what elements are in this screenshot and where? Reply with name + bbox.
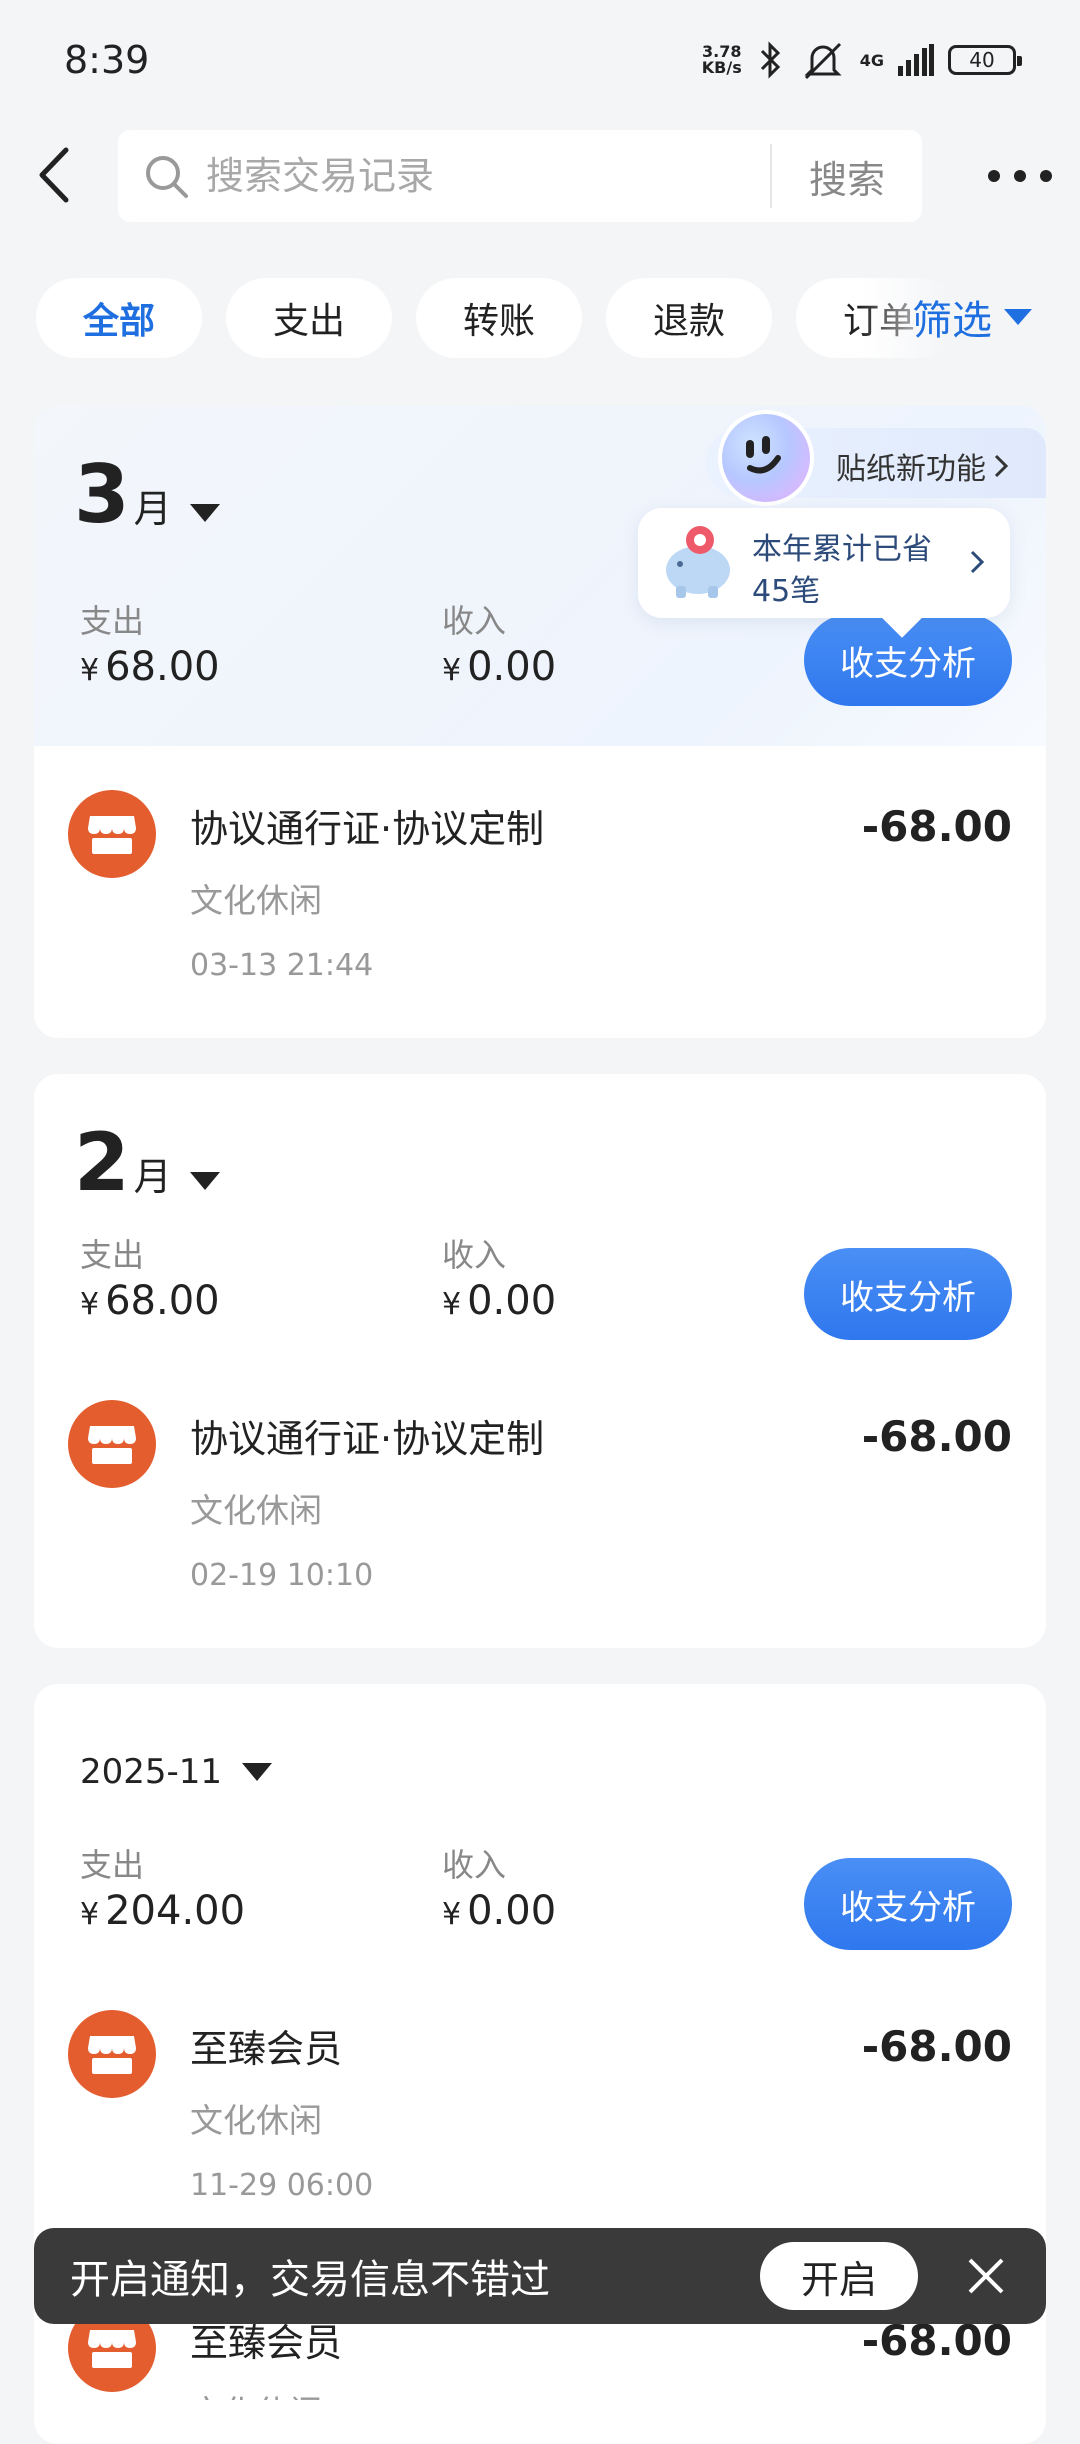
expense-amount: ¥204.00: [80, 1888, 246, 1934]
chevron-right-icon: [994, 454, 1009, 478]
expense-label: 支出: [80, 1236, 145, 1274]
transaction-amount: -68.00: [861, 2022, 1012, 2071]
filter-button[interactable]: 筛选: [912, 288, 1032, 346]
notification-toast: 开启通知，交易信息不错过 开启: [34, 2228, 1046, 2324]
transaction-row[interactable]: [34, 760, 1046, 1000]
month-selector[interactable]: 2025-11: [80, 1752, 273, 1792]
month-selector[interactable]: 3 月: [74, 448, 220, 541]
toast-message: 开启通知，交易信息不错过: [70, 2257, 550, 2303]
status-icons: 3.78 KB/s 4G 40: [701, 40, 1022, 80]
income-label: 收入: [442, 1236, 507, 1274]
chevron-down-icon: [189, 504, 220, 522]
sticker-avatar[interactable]: [718, 410, 814, 506]
transaction-time: 11-29 06:00: [190, 2168, 374, 2203]
transaction-amount: -68.00: [861, 802, 1012, 851]
transaction-amount: -68.00: [861, 1412, 1012, 1461]
store-icon: [68, 1400, 156, 1488]
transaction-row[interactable]: [34, 1980, 1046, 2220]
smile-face-icon: [746, 436, 781, 474]
transaction-row[interactable]: [34, 1370, 1046, 1610]
expense-amount: ¥68.00: [80, 1278, 220, 1324]
battery-icon: 40: [948, 45, 1022, 75]
chevron-right-icon: [970, 550, 985, 574]
tab-refund[interactable]: 退款: [606, 278, 772, 358]
savings-title: 本年累计已省: [752, 532, 932, 567]
store-icon: [68, 2010, 156, 2098]
network-type: 4G: [859, 50, 884, 70]
expense-label: 支出: [80, 602, 145, 640]
transaction-category: 文化休闲: [190, 1491, 322, 1530]
close-icon[interactable]: [962, 2252, 1010, 2300]
transaction-time: 02-19 10:10: [190, 1558, 374, 1593]
back-icon[interactable]: [30, 140, 80, 210]
net-speed: 3.78 KB/s: [701, 42, 742, 77]
filter-label: 筛选: [912, 298, 992, 344]
income-amount: ¥0.00: [442, 644, 557, 690]
analysis-button[interactable]: 收支分析: [804, 1248, 1012, 1340]
search-button[interactable]: 搜索: [772, 149, 922, 204]
transaction-title: 至臻会员: [190, 2027, 343, 2071]
tab-transfer[interactable]: 转账: [416, 278, 582, 358]
income-amount: ¥0.00: [442, 1278, 557, 1324]
piggy-bank-icon: [666, 526, 730, 598]
tab-all[interactable]: 全部: [36, 278, 202, 358]
more-options-icon[interactable]: [988, 160, 1052, 192]
transaction-title: 协议通行证·协议定制: [190, 1417, 545, 1461]
search-icon: [146, 156, 188, 198]
search-input[interactable]: [206, 154, 770, 198]
enable-notification-button[interactable]: 开启: [760, 2242, 918, 2310]
month-selector[interactable]: 2 月: [74, 1116, 220, 1209]
income-label: 收入: [442, 602, 507, 640]
expense-label: 支出: [80, 1846, 145, 1884]
analysis-button[interactable]: 收支分析: [804, 1858, 1012, 1950]
chevron-down-icon: [189, 1172, 220, 1190]
savings-count: 45笔: [752, 574, 821, 609]
expense-amount: ¥68.00: [80, 644, 220, 690]
sticker-feature-link[interactable]: 贴纸新功能: [836, 444, 1010, 488]
chevron-down-icon: [1004, 309, 1032, 325]
transaction-category: 文化休闲: [190, 881, 322, 920]
chevron-down-icon: [242, 1763, 273, 1781]
transaction-title: 协议通行证·协议定制: [190, 807, 545, 851]
income-amount: ¥0.00: [442, 1888, 557, 1934]
transaction-category: 文化休闲: [190, 2386, 322, 2400]
signal-icon: [898, 44, 934, 76]
income-label: 收入: [442, 1846, 507, 1884]
transaction-time: 03-13 21:44: [190, 948, 374, 983]
bluetooth-icon: [760, 41, 780, 79]
tab-expense[interactable]: 支出: [226, 278, 392, 358]
store-icon: [68, 790, 156, 878]
transaction-category: 文化休闲: [190, 2101, 322, 2140]
search-bar: 搜索: [118, 130, 922, 222]
mute-icon: [804, 42, 842, 80]
status-time: 8:39: [64, 38, 150, 82]
